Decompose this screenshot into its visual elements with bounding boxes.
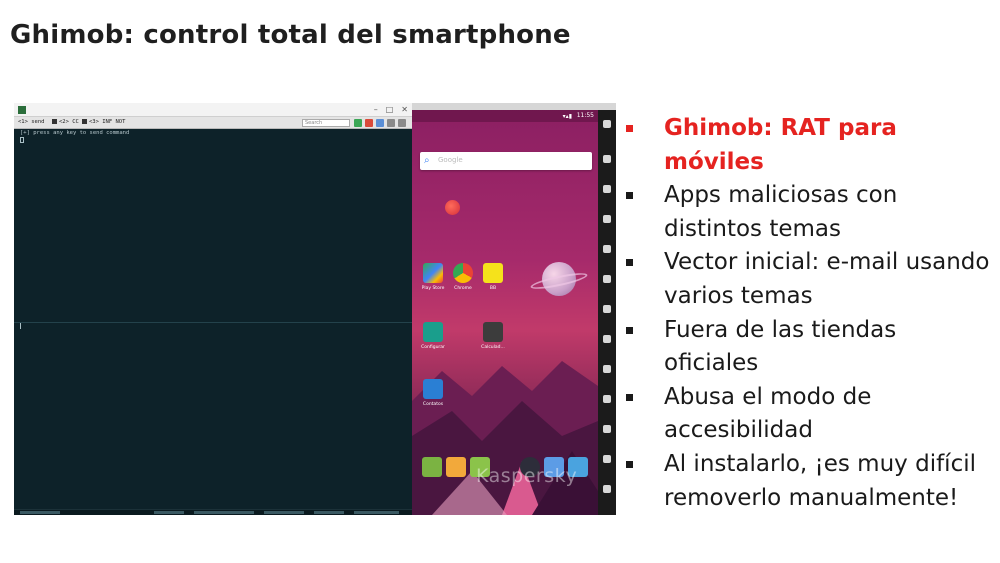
settings-gear-icon — [423, 322, 443, 342]
slide-title: Ghimob: control total del smartphone — [10, 20, 571, 50]
google-search-placeholder: Google — [438, 156, 463, 164]
camera-icon[interactable] — [603, 365, 611, 373]
terminal-toolbar-icons — [354, 119, 406, 127]
menu-icon[interactable] — [398, 119, 406, 127]
google-search-bar[interactable]: ⌕ Google — [420, 152, 592, 170]
status-segment — [354, 511, 399, 514]
terminal-tab-label: <1> send — [18, 119, 45, 125]
tab-square-icon — [52, 119, 57, 124]
bullet-item: Abusa el modo de accesibilidad — [624, 381, 994, 448]
bullet-item: Al instalarlo, ¡es muy difícil removerlo… — [624, 448, 994, 515]
green-status-icon[interactable] — [354, 119, 362, 127]
wallpaper-sun — [445, 200, 460, 215]
bullet-text: Ghimob: RAT para móviles — [664, 115, 897, 175]
terminal-tab-label: <2> CC — [59, 119, 79, 125]
zoom-icon[interactable] — [603, 275, 611, 283]
play-store-icon — [423, 263, 443, 283]
terminal-output[interactable]: [+] press any key to send command — [14, 129, 412, 509]
emulator-control-sidebar — [598, 110, 616, 515]
status-segment — [264, 511, 304, 514]
bullet-text: Vector inicial: e-mail usando varios tem… — [664, 249, 990, 309]
terminal-tab-send[interactable]: <1> send — [18, 119, 45, 125]
terminal-window: – □ ✕ <1> send <2> CC <3> INF NOT Search… — [14, 103, 412, 515]
more-icon[interactable] — [603, 485, 611, 493]
volume-up-icon[interactable] — [603, 155, 611, 163]
screenshot-icon[interactable] — [603, 245, 611, 253]
terminal-tab-label: <3> INF NOT — [89, 119, 126, 125]
recents-icon[interactable] — [603, 455, 611, 463]
kaspersky-watermark: Kaspersky — [476, 465, 578, 487]
bb-bank-icon — [483, 263, 503, 283]
status-segment — [194, 511, 254, 514]
bullet-text: Al instalarlo, ¡es muy difícil removerlo… — [664, 450, 976, 511]
android-app-icon[interactable] — [422, 457, 442, 477]
signal-battery-icon: ▾▴▮ — [562, 113, 572, 120]
terminal-prompt-line: [+] press any key to send command — [20, 130, 130, 136]
settings-icon[interactable] — [387, 119, 395, 127]
app-label: Calculad... — [481, 345, 505, 350]
window-controls: – □ ✕ — [374, 105, 408, 115]
bullet-item: Ghimob: RAT para móviles — [624, 112, 994, 179]
power-icon[interactable] — [603, 120, 611, 128]
terminal-tab-inf-not[interactable]: <3> INF NOT — [82, 119, 125, 125]
pane-divider[interactable] — [14, 322, 412, 323]
app-contatos[interactable]: Contatos — [415, 379, 451, 407]
gps-icon[interactable] — [603, 305, 611, 313]
app-bb[interactable]: BB — [475, 263, 511, 291]
rotate-icon[interactable] — [603, 215, 611, 223]
bullet-item: Apps maliciosas con distintos temas — [624, 179, 994, 246]
terminal-app-icon — [18, 106, 26, 114]
terminal-tab-cc[interactable]: <2> CC — [52, 119, 79, 125]
red-status-icon[interactable] — [365, 119, 373, 127]
tab-square-icon — [82, 119, 87, 124]
back-icon[interactable] — [603, 395, 611, 403]
app-configurar[interactable]: Configurar — [415, 322, 451, 350]
app-label: BB — [489, 286, 497, 291]
terminal-tabbar: <1> send <2> CC <3> INF NOT Search — [14, 117, 412, 129]
home-icon[interactable] — [603, 425, 611, 433]
wallpaper-mountains — [412, 361, 598, 515]
bullet-text: Abusa el modo de accesibilidad — [664, 383, 872, 444]
screenshot-panel: – □ ✕ <1> send <2> CC <3> INF NOT Search… — [14, 103, 616, 515]
email-icon[interactable] — [446, 457, 466, 477]
volume-down-icon[interactable] — [603, 185, 611, 193]
phone-icon[interactable] — [603, 335, 611, 343]
app-calculadora[interactable]: Calculad... — [475, 322, 511, 350]
maximize-icon[interactable]: □ — [386, 105, 394, 115]
bullet-text: Fuera de las tiendas oficiales — [664, 316, 897, 377]
terminal-search-input[interactable]: Search — [302, 119, 350, 127]
minimize-icon[interactable]: – — [374, 105, 378, 115]
calculator-icon — [483, 322, 503, 342]
blue-status-icon[interactable] — [376, 119, 384, 127]
status-segment — [20, 511, 60, 514]
close-icon[interactable]: ✕ — [401, 105, 408, 115]
app-label: Configurar — [421, 345, 445, 350]
app-label: Contatos — [422, 402, 444, 407]
bullet-item: Vector inicial: e-mail usando varios tem… — [624, 246, 994, 313]
bullet-list: Ghimob: RAT para móviles Apps maliciosas… — [624, 112, 994, 515]
terminal-titlebar: – □ ✕ — [14, 103, 412, 117]
android-status-bar: ▾▴▮ 11:55 — [412, 110, 598, 122]
emulator-titlebar — [412, 103, 616, 110]
bullet-text: Apps maliciosas con distintos temas — [664, 182, 898, 242]
status-segment — [314, 511, 344, 514]
bullet-item: Fuera de las tiendas oficiales — [624, 314, 994, 381]
status-clock: 11:55 — [576, 112, 594, 119]
contacts-icon — [423, 379, 443, 399]
cursor-icon — [20, 323, 21, 329]
status-segment — [154, 511, 184, 514]
android-emulator: ▾▴▮ 11:55 ⌕ Google Play Store Chrome BB — [412, 103, 616, 515]
search-icon: ⌕ — [424, 155, 430, 166]
cursor-icon — [20, 137, 24, 143]
chrome-icon — [453, 263, 473, 283]
terminal-statusbar — [14, 509, 412, 515]
